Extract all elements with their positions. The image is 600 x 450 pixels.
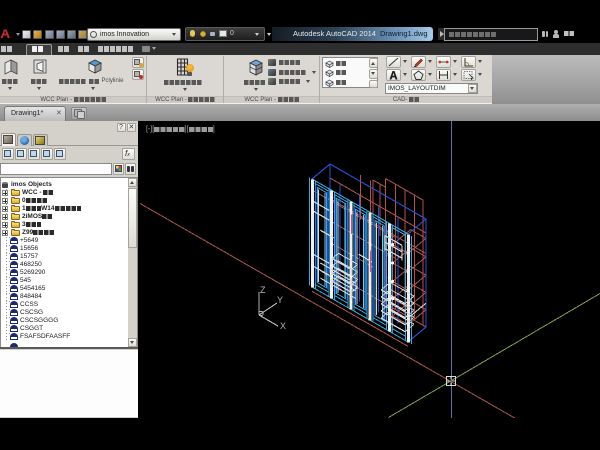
svg-text:Z: Z: [260, 285, 266, 295]
svg-text:Y: Y: [277, 295, 283, 305]
svg-text:X: X: [280, 321, 286, 331]
